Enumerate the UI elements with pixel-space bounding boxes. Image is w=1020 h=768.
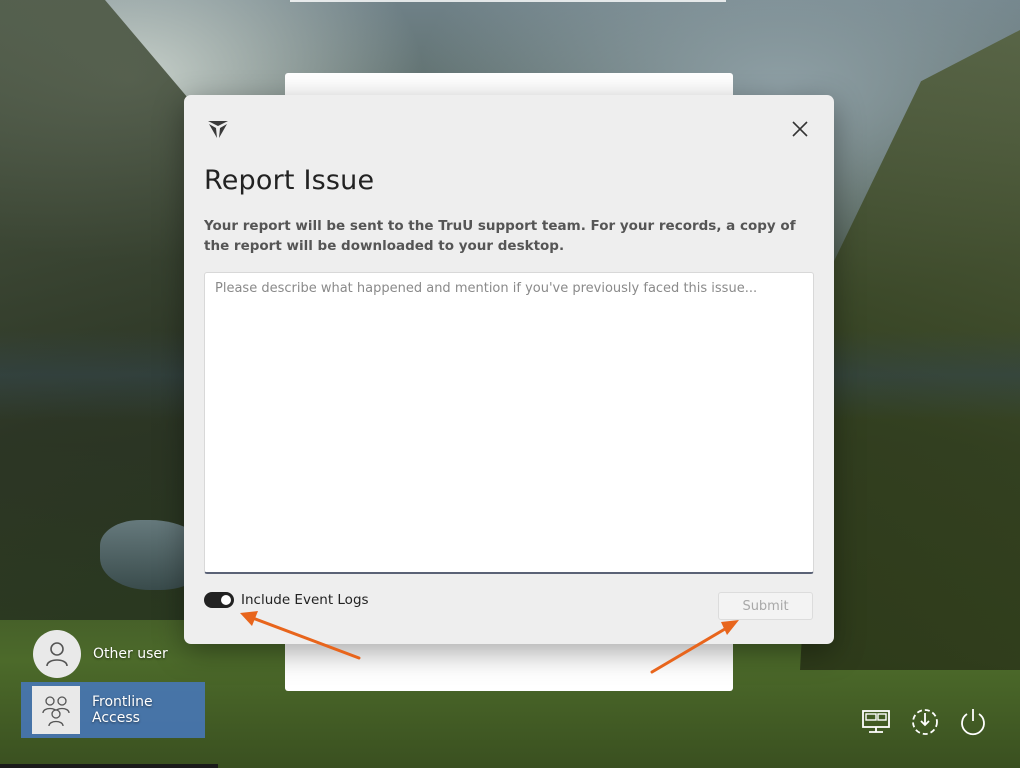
dialog-title: Report Issue — [204, 165, 375, 196]
user-icon — [33, 630, 81, 678]
user-name: Frontline Access — [91, 694, 153, 726]
event-logs-row: Include Event Logs — [204, 592, 369, 608]
truu-logo-icon — [206, 117, 230, 141]
network-icon[interactable] — [860, 704, 894, 738]
close-icon — [792, 121, 808, 137]
issue-description-input[interactable] — [204, 272, 814, 574]
include-event-logs-toggle[interactable] — [204, 592, 234, 608]
user-tile-other-user[interactable]: Other user — [21, 630, 168, 678]
dialog-description: Your report will be sent to the TruU sup… — [204, 218, 796, 254]
report-issue-dialog: Report Issue Your report will be sent to… — [184, 95, 834, 644]
power-icon[interactable] — [956, 704, 990, 738]
user-name: Other user — [93, 646, 168, 662]
submit-button[interactable]: Submit — [718, 592, 813, 620]
toggle-knob — [221, 595, 231, 605]
user-tile-frontline-access[interactable]: Frontline Access — [21, 682, 205, 738]
top-strip — [290, 0, 726, 2]
close-button[interactable] — [784, 115, 816, 143]
accessibility-icon[interactable] — [908, 704, 942, 738]
bottom-edge — [0, 764, 218, 768]
include-event-logs-label: Include Event Logs — [241, 592, 369, 608]
group-users-icon — [32, 686, 80, 734]
